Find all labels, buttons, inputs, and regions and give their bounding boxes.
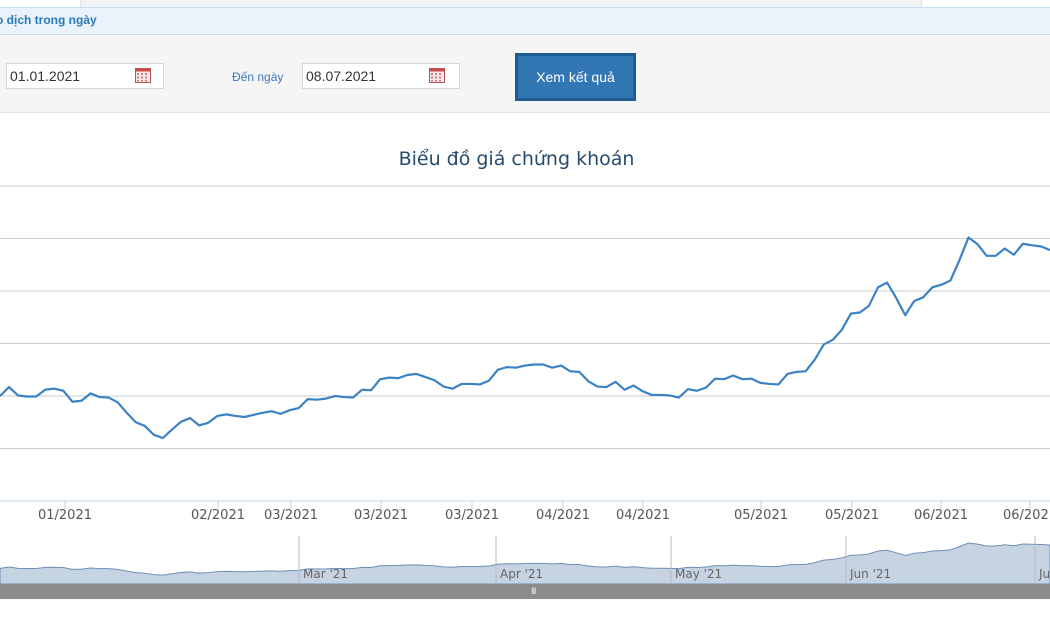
x-tick-label: 03/2021 [264, 508, 318, 523]
navigator-label: Mar '21 [303, 567, 348, 581]
x-tick-label: 03/2021 [354, 508, 408, 523]
x-tick-label: 02/2021 [191, 508, 245, 523]
x-tick-label: 03/2021 [445, 508, 499, 523]
x-tick-label: 04/2021 [616, 508, 670, 523]
x-tick-label: 01/2021 [38, 508, 92, 523]
x-tick-label: 06/2021 [1003, 508, 1050, 523]
price-series-line [0, 236, 1050, 440]
scrollbar-grip-icon[interactable]: III [531, 586, 536, 596]
x-tick-label: 05/2021 [734, 508, 788, 523]
x-tick-label: 05/2021 [825, 508, 879, 523]
x-tick-label: 04/2021 [536, 508, 590, 523]
x-tick-label: 06/2021 [914, 508, 968, 523]
navigator-label: May '21 [675, 567, 722, 581]
price-chart: 01/2021 02/2021 03/2021 03/2021 03/2021 04/20… [0, 185, 1050, 585]
navigator-scrollbar[interactable]: III [0, 584, 1050, 599]
navigator-label: Ju [1038, 567, 1050, 581]
navigator-label: Jun '21 [849, 567, 891, 581]
navigator-label: Apr '21 [500, 567, 543, 581]
